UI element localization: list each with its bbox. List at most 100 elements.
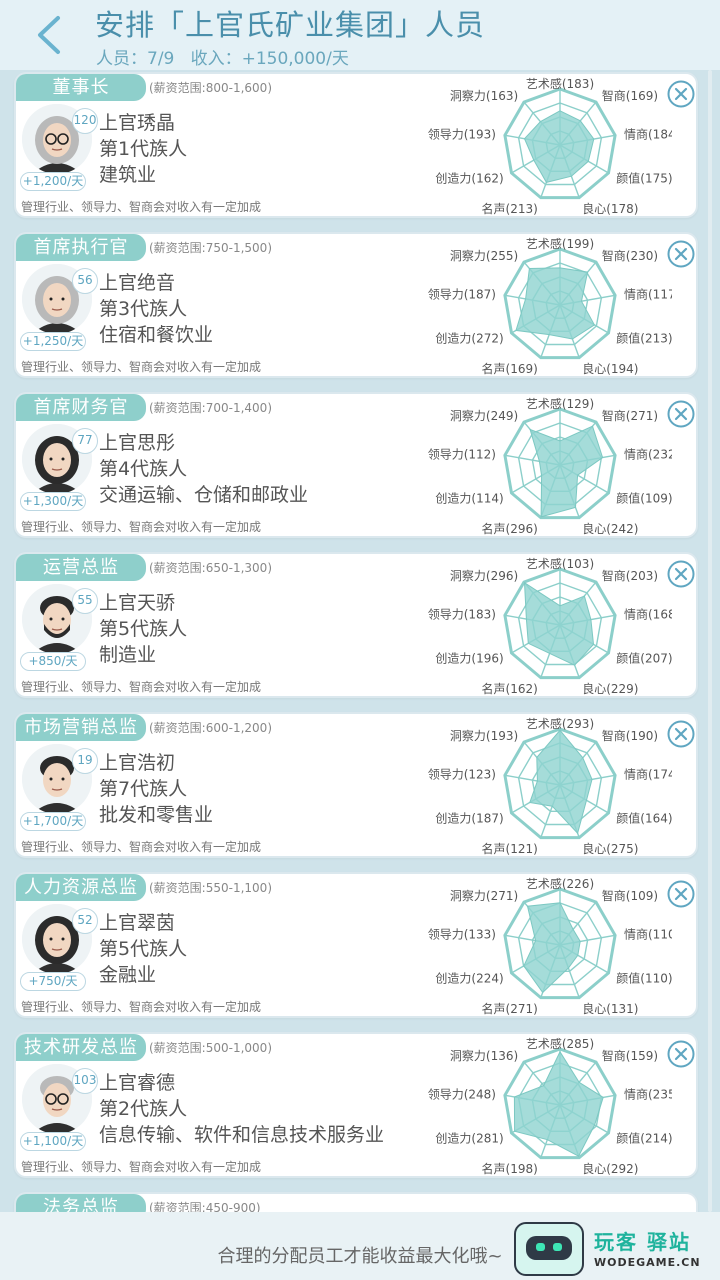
- level-badge: 77: [72, 428, 98, 454]
- header-bar: 安排「上官氏矿业集团」人员 人员：7/9 收入：+150,000/天: [0, 0, 720, 70]
- bonus-note: 管理行业、领导力、智商会对收入有一定加成: [21, 1000, 262, 1014]
- radar-stat-label: 情商(168): [624, 607, 672, 622]
- remove-close-icon[interactable]: [667, 880, 695, 908]
- salary-range: (薪资范围:700-1,400): [149, 401, 272, 415]
- radar-stat-label: 智商(159): [602, 1048, 658, 1063]
- staff-card: 技术研发总监 (薪资范围:500-1,000) 103 +1,100/天 上官睿德 第2代…: [14, 1032, 698, 1178]
- remove-close-icon[interactable]: [667, 560, 695, 588]
- radar-stat-label: 艺术感(103): [526, 556, 594, 571]
- radar-stat-label: 艺术感(293): [526, 716, 594, 731]
- level-badge: 103: [72, 1068, 98, 1094]
- radar-stat-label: 领导力(112): [428, 448, 496, 462]
- radar-stat-label: 情商(184): [624, 127, 672, 142]
- radar-stat-label: 创造力(114): [435, 492, 503, 506]
- daily-income: +750/天: [20, 972, 86, 991]
- radar-stat-label: 创造力(187): [435, 812, 503, 826]
- generation: 第5代族人: [99, 938, 188, 960]
- salary-range: (薪资范围:750-1,500): [149, 241, 272, 255]
- radar-stat-label: 艺术感(226): [526, 876, 594, 891]
- watermark-text: 玩客 驿站: [594, 1230, 691, 1254]
- salary-range: (薪资范围:450-900): [149, 1201, 261, 1212]
- remove-close-icon[interactable]: [667, 80, 695, 108]
- radar-stat-label: 良心(242): [582, 521, 638, 536]
- staff-count: 人员：7/9: [96, 49, 175, 69]
- generation: 第5代族人: [99, 618, 188, 640]
- daily-income: +850/天: [20, 652, 86, 671]
- stats-radar-chart: 艺术感(199) 智商(230) 情商(117) 颜值(213) 良心(194) 名声(1…: [428, 236, 672, 376]
- radar-stat-label: 洞察力(296): [450, 569, 518, 583]
- radar-stat-label: 领导力(133): [428, 928, 496, 942]
- bonus-note: 管理行业、领导力、智商会对收入有一定加成: [21, 200, 262, 214]
- radar-stat-label: 名声(121): [482, 841, 538, 856]
- radar-stat-label: 洞察力(136): [450, 1049, 518, 1063]
- radar-data-area: [529, 425, 604, 518]
- remove-close-icon[interactable]: [667, 720, 695, 748]
- daily-income: +1,700/天: [20, 812, 86, 831]
- bonus-note: 管理行业、领导力、智商会对收入有一定加成: [21, 680, 262, 694]
- radar-stat-label: 艺术感(129): [526, 396, 594, 411]
- industry: 交通运输、仓储和邮政业: [99, 484, 309, 506]
- staff-name: 上官思彤: [99, 432, 176, 454]
- salary-range: (薪资范围:650-1,300): [149, 561, 272, 575]
- scrollbar[interactable]: [708, 70, 712, 1212]
- radar-stat-label: 良心(178): [582, 201, 638, 216]
- staff-name: 上官浩初: [99, 752, 176, 774]
- daily-income: +1,250/天: [20, 332, 86, 351]
- radar-stat-label: 情商(110): [624, 927, 672, 942]
- staff-name: 上官琇晶: [99, 112, 176, 134]
- radar-stat-label: 洞察力(193): [450, 729, 518, 743]
- watermark-logo: 玩客 驿站 WODEGAME.CN: [514, 1222, 714, 1278]
- salary-range: (薪资范围:600-1,200): [149, 721, 272, 735]
- radar-stat-label: 名声(162): [482, 681, 538, 696]
- staff-name: 上官睿德: [99, 1072, 176, 1094]
- staff-name: 上官绝音: [99, 272, 176, 294]
- position-tag: 运营总监: [16, 554, 146, 581]
- bonus-note: 管理行业、领导力、智商会对收入有一定加成: [21, 840, 262, 854]
- radar-stat-label: 颜值(110): [616, 971, 672, 986]
- level-badge: 56: [72, 268, 98, 294]
- radar-stat-label: 智商(203): [602, 568, 658, 583]
- remove-close-icon[interactable]: [667, 400, 695, 428]
- radar-stat-label: 颜值(214): [616, 1131, 672, 1146]
- remove-close-icon[interactable]: [667, 240, 695, 268]
- level-badge: 52: [72, 908, 98, 934]
- radar-stat-label: 良心(194): [582, 361, 638, 376]
- radar-stat-label: 情商(117): [624, 287, 672, 302]
- daily-income: +1,200/天: [20, 172, 86, 191]
- remove-close-icon[interactable]: [667, 1040, 695, 1068]
- radar-stat-label: 智商(230): [602, 248, 658, 263]
- daily-income: +1,100/天: [20, 1132, 86, 1151]
- radar-stat-label: 颜值(109): [616, 491, 672, 506]
- radar-stat-label: 良心(229): [582, 681, 638, 696]
- bonus-note: 管理行业、领导力、智商会对收入有一定加成: [21, 520, 262, 534]
- bonus-note: 管理行业、领导力、智商会对收入有一定加成: [21, 1160, 262, 1174]
- radar-stat-label: 领导力(193): [428, 128, 496, 142]
- generation: 第3代族人: [99, 298, 188, 320]
- radar-stat-label: 创造力(196): [435, 652, 503, 666]
- back-arrow-icon[interactable]: [30, 12, 70, 58]
- level-badge: 55: [72, 588, 98, 614]
- position-tag: 首席财务官: [16, 394, 146, 421]
- radar-stat-label: 智商(190): [602, 728, 658, 743]
- radar-stat-label: 领导力(187): [428, 288, 496, 302]
- radar-data-area: [515, 267, 596, 340]
- radar-data-area: [523, 581, 595, 666]
- summary-info: 人员：7/9 收入：+150,000/天: [96, 44, 349, 69]
- position-tag: 市场营销总监: [16, 714, 146, 741]
- radar-stat-label: 领导力(248): [428, 1088, 496, 1102]
- generation: 第7代族人: [99, 778, 188, 800]
- generation: 第2代族人: [99, 1098, 188, 1120]
- salary-range: (薪资范围:550-1,100): [149, 881, 272, 895]
- staff-card-partial: 法务总监 (薪资范围:450-900): [14, 1192, 698, 1212]
- watermark-subtext: WODEGAME.CN: [594, 1256, 701, 1269]
- daily-income: +1,300/天: [20, 492, 86, 511]
- radar-stat-label: 情商(232): [624, 447, 672, 462]
- stats-radar-chart: 艺术感(293) 智商(190) 情商(174) 颜值(164) 良心(275) 名声(1…: [428, 716, 672, 856]
- radar-stat-label: 艺术感(285): [526, 1036, 594, 1051]
- staff-list[interactable]: 董事长 (薪资范围:800-1,600) 120 +1,200/天 上官琇晶 第1代族人建…: [0, 70, 720, 1212]
- stats-radar-chart: 艺术感(183) 智商(169) 情商(184) 颜值(175) 良心(178) 名声(2…: [428, 76, 672, 216]
- radar-stat-label: 名声(169): [482, 361, 538, 376]
- staff-card: 运营总监 (薪资范围:650-1,300) 55 +850/天 上官天骄 第5代族人 制造业…: [14, 552, 698, 698]
- staff-card: 首席财务官 (薪资范围:700-1,400) 77 +1,300/天 上官思彤 第4代族人…: [14, 392, 698, 538]
- industry: 住宿和餐饮业: [99, 324, 214, 346]
